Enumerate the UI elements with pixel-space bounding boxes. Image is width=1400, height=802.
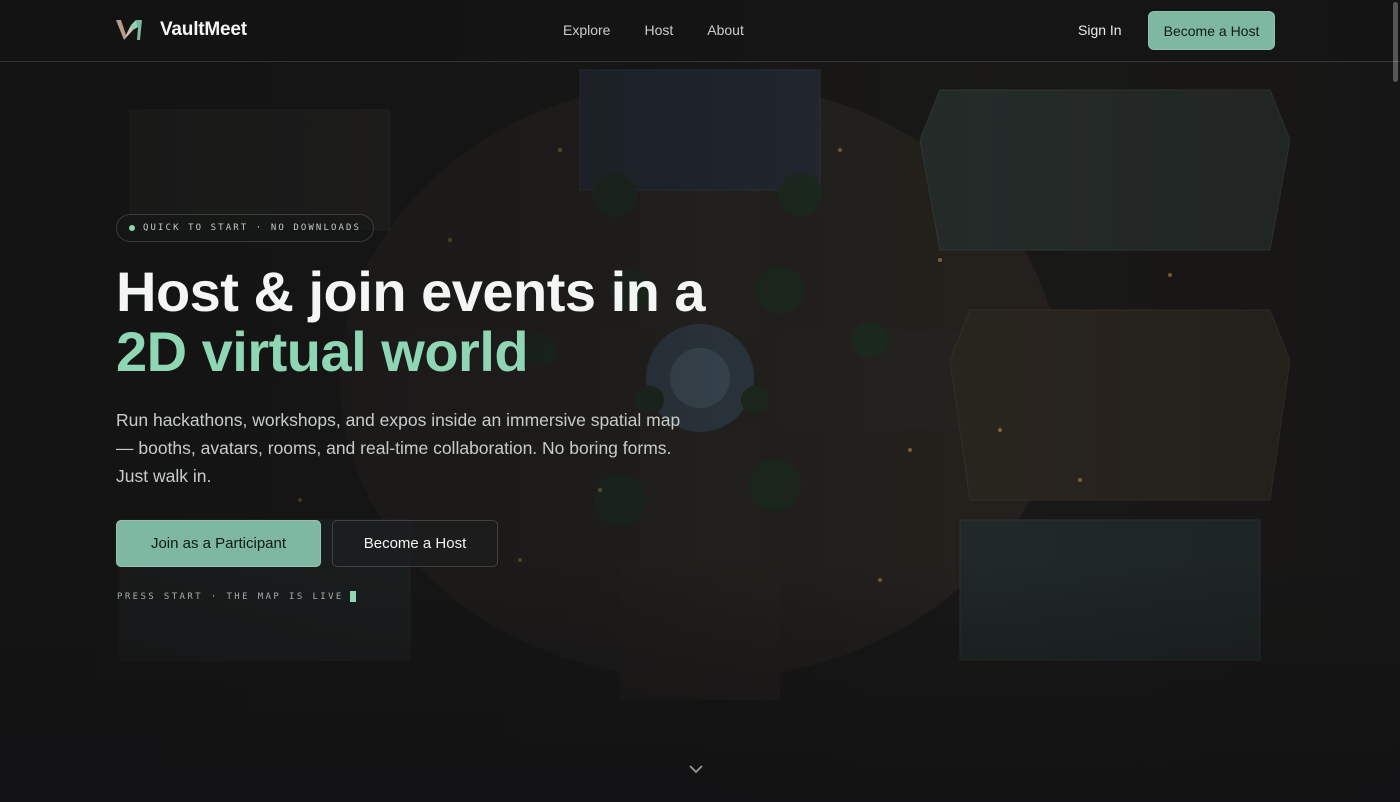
top-nav: VaultMeet Explore Host About Sign In Bec… [0, 0, 1400, 62]
become-host-hero-button[interactable]: Become a Host [332, 520, 498, 567]
hero-badge-text: QUICK TO START · NO DOWNLOADS [143, 223, 362, 233]
status-line-text: PRESS START · THE MAP IS LIVE [117, 591, 344, 602]
blinking-cursor-icon [349, 591, 356, 602]
status-dot-icon [129, 225, 135, 231]
status-line: PRESS START · THE MAP IS LIVE [117, 591, 356, 602]
brand-name: VaultMeet [160, 19, 247, 40]
become-host-nav-button[interactable]: Become a Host [1148, 11, 1275, 50]
nav-link-explore[interactable]: Explore [563, 22, 610, 38]
chevron-down-icon [689, 765, 703, 774]
scrollbar-thumb[interactable] [1393, 2, 1398, 82]
vaultmeet-logo-icon [116, 20, 142, 40]
hero-title-line1: Host & join events in a [116, 260, 706, 323]
nav-links: Explore Host About [563, 22, 744, 38]
background-overlay [0, 0, 1400, 802]
page-scrollbar[interactable] [1390, 0, 1400, 802]
join-as-participant-button[interactable]: Join as a Participant [116, 520, 321, 567]
sign-in-link[interactable]: Sign In [1078, 22, 1122, 38]
hero-badge: QUICK TO START · NO DOWNLOADS [116, 214, 375, 242]
nav-link-host[interactable]: Host [644, 22, 673, 38]
hero-title-line2: 2D virtual world [116, 320, 529, 383]
brand[interactable]: VaultMeet [116, 17, 247, 43]
scroll-down-button[interactable] [688, 762, 704, 776]
nav-link-about[interactable]: About [707, 22, 744, 38]
hero-subtitle: Run hackathons, workshops, and expos ins… [116, 410, 681, 486]
